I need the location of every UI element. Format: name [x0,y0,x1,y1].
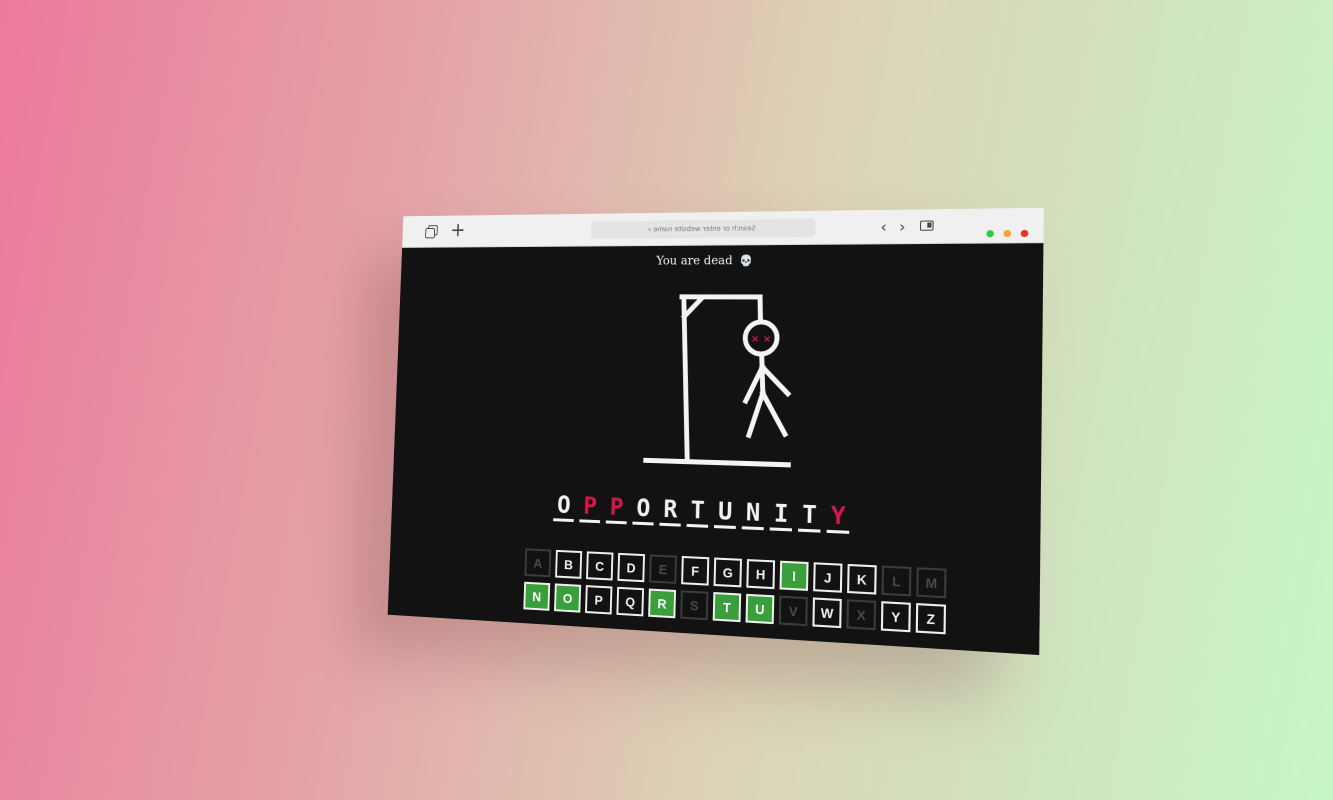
key-s: S [680,590,709,621]
forward-icon[interactable]: › [893,218,912,236]
maximize-button[interactable] [1003,229,1012,238]
sidebar-toggle-icon[interactable] [919,217,938,236]
close-button[interactable] [1020,229,1029,238]
key-j[interactable]: J [813,562,843,593]
letter-keyboard: ABCDEFGHIJKLM NOPQRSTUVWXYZ [523,548,964,641]
key-i: I [779,560,809,591]
key-t: T [712,592,742,623]
game-status: You are dead 💀 [401,251,1043,268]
key-a: A [524,548,552,578]
game-area: You are dead 💀 × × O P P O R T U N I T Y… [387,243,1044,656]
dead-eyes: × × [751,334,771,345]
status-text: You are dead [656,253,733,268]
key-r: R [648,588,677,619]
word-letter: Y [826,500,850,534]
key-b[interactable]: B [555,549,583,579]
key-e: E [649,554,677,584]
mockup-scene: + Search or enter website name ⌕ ‹ › You… [0,0,1333,800]
address-placeholder: Search or enter website name [653,224,756,234]
tab-overview-icon[interactable] [423,223,439,240]
skull-icon: 💀 [739,254,753,268]
key-d[interactable]: D [617,552,646,583]
word-letter: P [605,492,628,525]
gallows-base [646,460,789,464]
gallows-pole [679,297,691,462]
word-letter: N [741,497,765,531]
hangman-right-leg [762,393,786,434]
gallows-rope [759,297,761,321]
key-p[interactable]: P [585,585,613,615]
word-letter: T [686,495,709,528]
secret-word: OPPORTUNITY [392,485,1041,542]
key-m: M [916,567,947,599]
window-controls [982,221,1029,238]
key-n: N [523,581,551,611]
key-y[interactable]: Y [880,601,911,633]
word-letter: O [553,490,575,523]
key-w[interactable]: W [812,597,842,629]
word-letter: R [659,494,682,527]
word-letter: U [713,496,737,530]
word-letter: I [769,498,793,532]
key-c[interactable]: C [586,551,614,581]
hangman-drawing: × × [641,285,802,472]
word-letter: O [632,493,655,526]
key-z[interactable]: Z [915,603,947,635]
key-f[interactable]: F [681,555,710,586]
address-bar[interactable]: Search or enter website name ⌕ [590,218,816,239]
gallows-brace [684,299,701,317]
key-u: U [745,593,775,625]
hangman-left-leg [749,393,763,436]
hangman-right-arm [762,367,789,394]
key-k[interactable]: K [847,563,877,595]
key-x: X [846,599,877,631]
minimize-button[interactable] [986,230,994,238]
key-l: L [881,565,912,597]
browser-window: + Search or enter website name ⌕ ‹ › You… [387,207,1044,656]
key-g[interactable]: G [713,557,743,588]
search-icon: ⌕ [647,225,652,234]
key-h[interactable]: H [746,559,776,590]
key-o: O [554,583,582,613]
back-icon[interactable]: ‹ [874,218,893,236]
key-q[interactable]: Q [616,586,645,617]
key-v: V [778,595,808,627]
word-letter: P [579,491,601,524]
word-letter: T [798,499,822,533]
new-tab-icon[interactable]: + [450,218,467,241]
browser-toolbar: + Search or enter website name ⌕ ‹ › [402,207,1044,248]
